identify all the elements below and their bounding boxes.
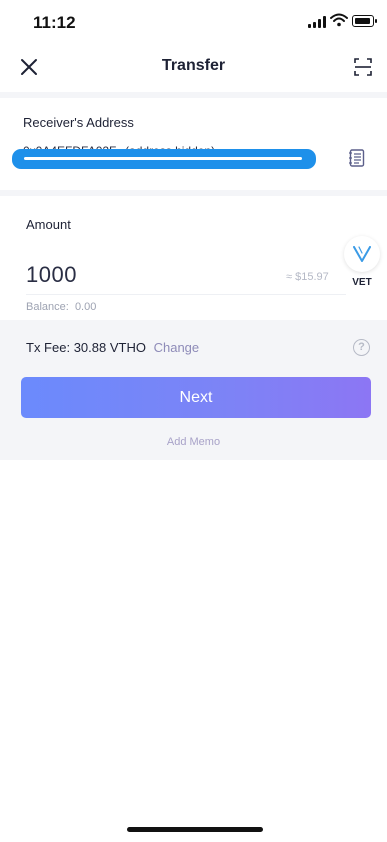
vechain-logo-icon: [353, 246, 371, 262]
balance-label: Balance:: [26, 301, 69, 313]
home-indicator: [127, 827, 263, 832]
address-book-button[interactable]: [346, 146, 368, 170]
fee-value: 30.88 VTHO: [73, 340, 146, 355]
fee-label: Tx Fee:: [26, 340, 71, 355]
scan-button[interactable]: [348, 52, 378, 82]
amount-label: Amount: [26, 217, 71, 232]
battery-icon: [352, 15, 377, 27]
help-icon[interactable]: ?: [353, 339, 370, 356]
balance-value: 0.00: [74, 301, 97, 313]
tx-fee-row: Tx Fee: 30.88 VTHO Change: [26, 340, 199, 355]
next-button[interactable]: Next: [21, 377, 371, 418]
page-title: Transfer: [161, 57, 226, 74]
receiver-label: Receiver's Address: [23, 115, 134, 130]
fiat-value: ≈ $15.97: [286, 271, 329, 283]
token-label: VET: [352, 277, 372, 288]
status-time: 11:12: [33, 13, 76, 32]
address-book-icon: [349, 149, 365, 167]
amount-divider: [26, 294, 346, 295]
cellular-signal-icon: [308, 16, 328, 28]
wifi-icon: [330, 13, 348, 27]
change-fee-link[interactable]: Change: [154, 340, 200, 355]
balance-text: Balance: 0.00: [26, 301, 96, 313]
amount-input[interactable]: 1000: [26, 262, 77, 288]
token-selector[interactable]: [344, 236, 380, 272]
add-memo-link[interactable]: Add Memo: [0, 436, 387, 448]
content-background: [0, 460, 387, 842]
scan-icon: [354, 58, 372, 76]
address-redaction: [12, 149, 316, 169]
